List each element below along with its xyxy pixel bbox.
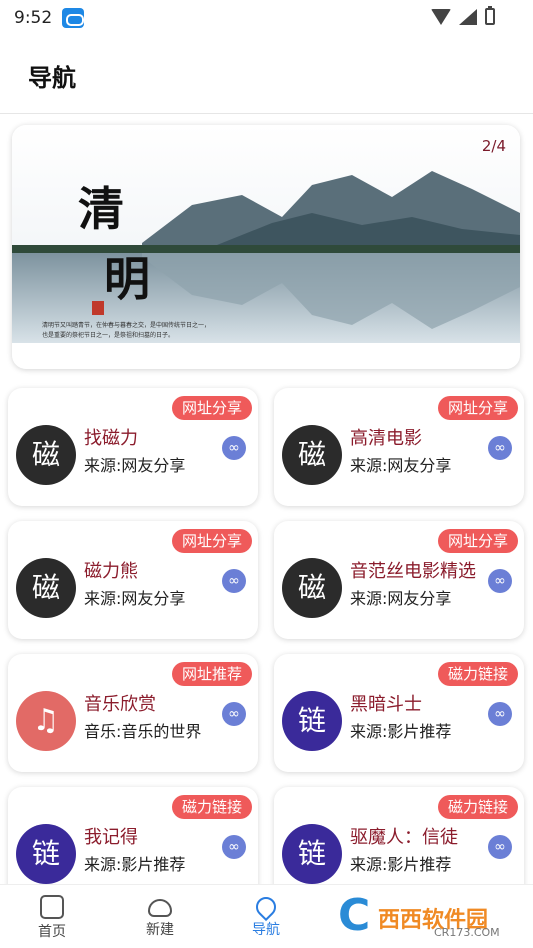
status-time: 9:52 — [14, 8, 53, 28]
link-icon[interactable]: ∞ — [488, 702, 512, 726]
status-bar: 9:52 — [0, 0, 533, 36]
site-card[interactable]: 网址分享 磁 音范丝电影精选 来源:网友分享 ∞ — [274, 521, 524, 639]
card-tag: 网址分享 — [171, 396, 252, 420]
banner-calligraphy-char-2: 明 — [104, 252, 150, 306]
nav-home[interactable]: 首页 — [12, 885, 92, 948]
banner-page-counter: 2/4 — [481, 137, 506, 155]
nav-home-label: 首页 — [38, 924, 66, 940]
card-source: 来源:影片推荐 — [350, 855, 452, 874]
link-icon[interactable]: ∞ — [488, 569, 512, 593]
card-tag: 磁力链接 — [437, 795, 518, 819]
status-icons — [431, 6, 495, 25]
watermark-site: CR173.COM — [434, 926, 500, 939]
seal-stamp — [92, 301, 104, 315]
card-tag: 网址分享 — [171, 529, 252, 553]
cloud-icon — [148, 899, 172, 917]
nav-navigation-label: 导航 — [252, 922, 280, 938]
music-note-icon: ♫ — [16, 691, 76, 751]
site-card[interactable]: 网址分享 磁 磁力熊 来源:网友分享 ∞ — [8, 521, 258, 639]
page-title: 导航 — [28, 64, 76, 92]
link-icon[interactable]: ∞ — [222, 436, 246, 460]
card-name: 找磁力 — [84, 428, 138, 449]
site-card[interactable]: 网址分享 磁 找磁力 来源:网友分享 ∞ — [8, 388, 258, 506]
link-icon[interactable]: ∞ — [222, 569, 246, 593]
card-source: 来源:网友分享 — [84, 456, 186, 475]
nav-navigation[interactable]: 导航 — [226, 885, 306, 948]
watermark-c-mark: C — [338, 890, 371, 941]
card-name: 音乐欣赏 — [84, 694, 156, 715]
card-name: 我记得 — [84, 827, 138, 848]
card-logo: 磁 — [16, 425, 76, 485]
card-source: 来源:网友分享 — [84, 589, 186, 608]
card-source: 来源:网友分享 — [350, 456, 452, 475]
banner-carousel[interactable]: 2/4 清 明 清明节又叫踏青节，在仲春与暮春之交，是中国传统节日之一，也是重要… — [12, 125, 520, 369]
card-source: 来源:影片推荐 — [350, 722, 452, 741]
card-name: 黑暗斗士 — [350, 694, 422, 715]
card-name: 音范丝电影精选 — [350, 561, 476, 582]
nav-new-label: 新建 — [146, 922, 174, 938]
card-logo: 磁 — [282, 425, 342, 485]
site-card[interactable]: 磁力链接 链 黑暗斗士 来源:影片推荐 ∞ — [274, 654, 524, 772]
card-logo: 磁 — [282, 558, 342, 618]
link-icon[interactable]: ∞ — [488, 436, 512, 460]
folder-icon — [40, 895, 64, 919]
card-name: 磁力熊 — [84, 561, 138, 582]
watermark-logo: C 西西软件园 CR173.COM — [334, 890, 514, 946]
card-source: 来源:影片推荐 — [84, 855, 186, 874]
card-name: 高清电影 — [350, 428, 422, 449]
card-logo: 链 — [282, 824, 342, 884]
link-icon[interactable]: ∞ — [222, 835, 246, 859]
card-tag: 磁力链接 — [171, 795, 252, 819]
card-source: 音乐:音乐的世界 — [84, 722, 202, 741]
site-card[interactable]: 网址推荐 ♫ 音乐欣赏 音乐:音乐的世界 ∞ — [8, 654, 258, 772]
site-card[interactable]: 网址分享 磁 高清电影 来源:网友分享 ∞ — [274, 388, 524, 506]
nav-new[interactable]: 新建 — [120, 885, 200, 948]
card-logo: 链 — [16, 824, 76, 884]
wifi-icon — [431, 8, 451, 25]
battery-icon — [485, 6, 495, 25]
page-header: 导航 — [0, 36, 533, 114]
card-tag: 网址分享 — [437, 529, 518, 553]
banner-poem-text: 清明节又叫踏青节，在仲春与暮春之交，是中国传统节日之一，也是重要的祭祀节日之一，… — [42, 322, 211, 339]
card-tag: 磁力链接 — [437, 662, 518, 686]
card-source: 来源:网友分享 — [350, 589, 452, 608]
banner-calligraphy-char-1: 清 — [78, 182, 124, 236]
signal-icon — [459, 8, 477, 25]
card-tag: 网址推荐 — [171, 662, 252, 686]
link-icon[interactable]: ∞ — [488, 835, 512, 859]
location-pin-icon — [251, 892, 281, 922]
card-logo: 磁 — [16, 558, 76, 618]
card-tag: 网址分享 — [437, 396, 518, 420]
link-icon[interactable]: ∞ — [222, 702, 246, 726]
card-name: 驱魔人：信徒 — [350, 827, 458, 848]
cloud-app-icon — [62, 8, 85, 28]
card-logo: 链 — [282, 691, 342, 751]
